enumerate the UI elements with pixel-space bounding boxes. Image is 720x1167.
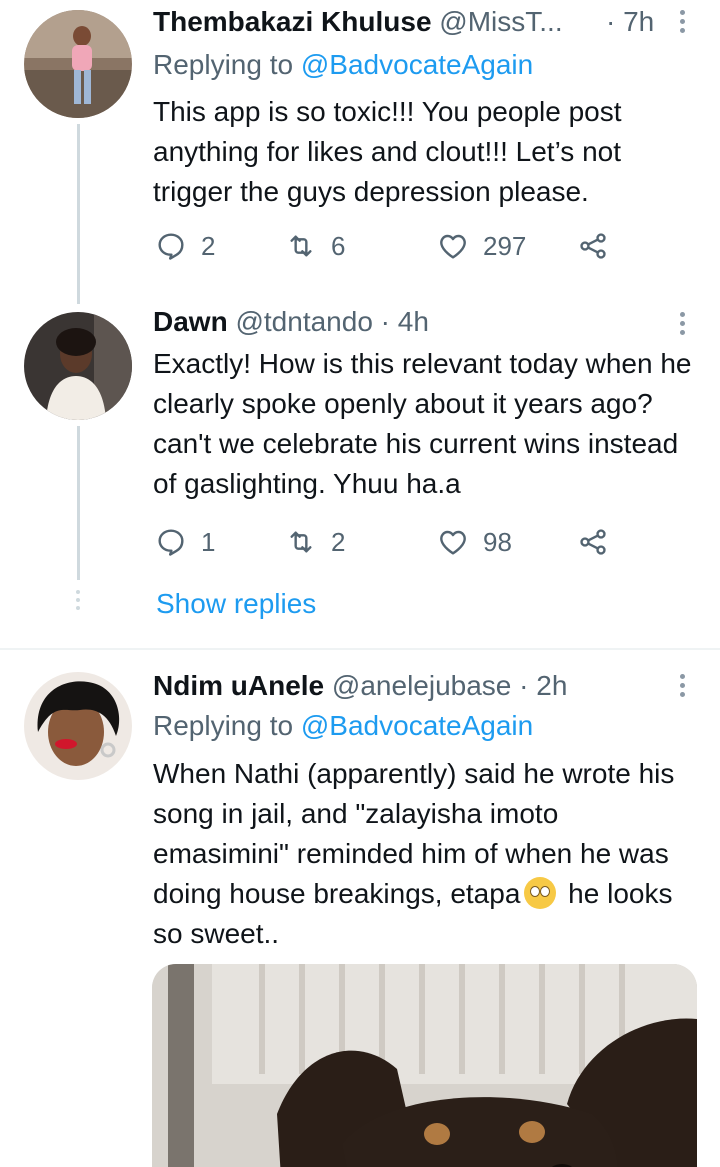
avatar-photo [24,312,132,420]
share-button[interactable] [577,228,623,264]
time-ago[interactable]: 2h [536,670,567,701]
like-count: 98 [483,526,512,557]
reply-button[interactable]: 2 [155,228,215,264]
like-icon [440,234,466,259]
time-ago[interactable]: 4h [398,306,429,337]
more-options-icon[interactable] [678,674,686,701]
retweet-icon [290,235,312,257]
tweet-text: Exactly! How is this relevant today when… [153,348,692,499]
tweet-timestamp: · 7h [606,4,666,40]
retweet-count: 6 [331,230,346,261]
share-icon [580,233,606,259]
like-count: 297 [483,230,527,261]
share-button[interactable] [577,524,623,560]
rolling-eyes-emoji-icon [524,877,557,909]
tweet-header: Dawn @tdntando · 4h [153,304,680,340]
reply-count: 2 [201,230,216,261]
reply-icon [158,529,184,556]
tweet-media-image[interactable] [152,964,697,1167]
like-button[interactable]: 297 [437,228,526,264]
display-name[interactable]: Dawn [153,306,228,337]
display-name[interactable]: Thembakazi Khuluse [153,6,432,37]
thread-line [77,426,80,580]
retweet-icon [290,531,312,553]
retweet-button[interactable]: 2 [285,524,345,560]
replying-mention[interactable]: @BadvocateAgain [301,49,533,80]
tweet-header: Thembakazi Khuluse @MissT... [153,4,630,40]
tweet-header: Ndim uAnele @anelejubase · 2h [153,668,680,704]
user-handle[interactable]: @anelejubase [332,670,511,701]
more-options-icon[interactable] [678,312,686,339]
avatar-photo [24,10,132,118]
avatar-photo [24,672,132,780]
time-ago[interactable]: 7h [623,6,654,37]
show-replies-link[interactable]: Show replies [156,588,316,620]
replying-to: Replying to @BadvocateAgain [153,708,533,744]
reply-button[interactable]: 1 [155,524,215,560]
dog-photo [152,964,697,1167]
separator-dot: · [606,6,616,37]
tweet-actions: 2 6 297 [155,228,625,264]
share-icon [580,529,606,555]
reply-icon [158,233,184,260]
user-handle[interactable]: @tdntando [235,306,372,337]
tweet-text: When Nathi (apparently) said he wrote hi… [153,754,698,954]
avatar-ndim[interactable] [24,672,132,780]
replying-prefix: Replying to [153,710,301,741]
tweet-actions: 1 2 98 [155,524,625,560]
tweet-2[interactable]: Dawn @tdntando · 4h Exactly! How is this… [0,290,720,648]
display-name[interactable]: Ndim uAnele [153,670,324,701]
avatar-dawn[interactable] [24,312,132,420]
avatar-thembakazi[interactable] [24,10,132,118]
user-handle[interactable]: @MissT... [439,6,562,37]
replying-mention[interactable]: @BadvocateAgain [301,710,533,741]
tweet-text: This app is so toxic!!! You people post … [153,96,622,207]
retweet-button[interactable]: 6 [285,228,345,264]
like-icon [440,530,466,555]
thread-line [77,124,80,290]
more-options-icon[interactable] [678,10,686,37]
replying-to: Replying to @BadvocateAgain [153,47,533,83]
separator-dot: · [519,670,529,701]
reply-count: 1 [201,526,216,557]
thread-line-top [77,290,80,304]
separator-dot: · [380,306,390,337]
thread-dots [74,590,82,614]
retweet-count: 2 [331,526,346,557]
tweet-1[interactable]: Thembakazi Khuluse @MissT... · 7h Replyi… [0,0,720,290]
replying-prefix: Replying to [153,49,301,80]
like-button[interactable]: 98 [437,524,512,560]
